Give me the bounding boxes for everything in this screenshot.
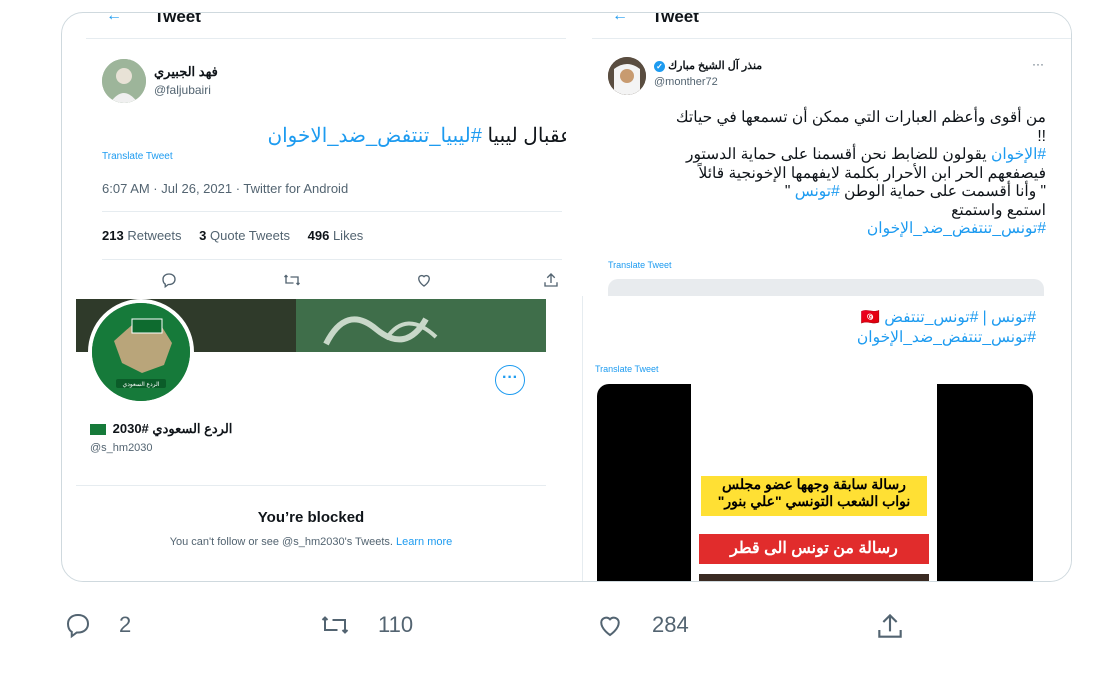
profile-name: الردع السعودي #2030	[90, 421, 232, 437]
reply-button[interactable]: 2	[63, 610, 131, 640]
back-arrow-icon: ←	[106, 12, 122, 24]
retweet-icon	[321, 616, 349, 634]
tweet-stats: 213 Retweets 3 Quote Tweets 496 Likes	[102, 228, 377, 243]
like-button[interactable]: 284	[594, 610, 689, 640]
tweet-text-plain: عقبال ليبيا	[487, 125, 566, 147]
hashtag-line[interactable]: #تونس_تنتفض_ضد_الإخوان	[857, 328, 1036, 348]
hashtag-link[interactable]: #تونس	[795, 183, 840, 200]
blocked-description: You can't follow or see @s_hm2030's Twee…	[169, 536, 453, 548]
learn-more-link[interactable]: Learn more	[396, 536, 452, 548]
hashtag-link[interactable]: #الإخوان	[991, 146, 1046, 163]
tweet-action-bar: 2 110 284	[0, 610, 1101, 646]
quote-tweets-stat[interactable]: 3 Quote Tweets	[199, 228, 290, 243]
divider	[102, 211, 562, 212]
hashtag-link[interactable]: #تونس_تنتفض_ضد_الإخوان	[626, 220, 1046, 239]
verified-badge-icon: ✓	[654, 60, 665, 72]
reply-icon[interactable]	[160, 271, 178, 289]
likes-stat[interactable]: 496 Likes	[308, 228, 364, 243]
author-name: فهد الجبيري	[154, 64, 218, 79]
tweet-line: #الإخوان يقولون للضابط نحن أقسمنا على حم…	[685, 146, 1046, 163]
hashtag-link[interactable]: #ليبيا_تنتفض_ضد_الاخوان	[267, 125, 481, 147]
tweet-line: فيصفعهم الحر ابن الأحرار بكلمة لايفهمها …	[698, 164, 1046, 182]
tweet-media-card[interactable]: ← Tweet فهد الجبيري @faljubairi عقبال لي…	[61, 12, 1072, 582]
like-icon	[600, 616, 620, 637]
tweet-line: " وأنا أقسمت على حماية الوطن #تونس "	[784, 183, 1046, 200]
video-bottom-strip	[699, 574, 929, 581]
saudi-flag-icon	[90, 424, 106, 436]
video-red-caption: رسالة من تونس الى قطر	[699, 534, 929, 564]
author-handle: @faljubairi	[154, 83, 211, 97]
retweet-count: 110	[378, 612, 414, 637]
divider	[102, 259, 562, 260]
avatar	[608, 57, 646, 95]
share-button[interactable]	[874, 610, 906, 642]
profile-handle: @s_hm2030	[90, 442, 153, 454]
tweet-line: !!	[1037, 127, 1046, 145]
divider	[86, 38, 566, 39]
translate-tweet-link[interactable]: Translate Tweet	[102, 151, 173, 162]
tweet-line: استمع واستمتع	[951, 201, 1046, 219]
video-player[interactable]: رسالة سابقة وجهها عضو مجلس نواب الشعب ال…	[597, 384, 1033, 581]
header-title: Tweet	[652, 12, 699, 26]
more-options-button[interactable]: ···	[495, 365, 525, 395]
author-handle: @monther72	[654, 76, 718, 88]
video-frame: رسالة سابقة وجهها عضو مجلس نواب الشعب ال…	[691, 384, 937, 581]
retweet-button[interactable]: 110	[318, 610, 413, 640]
tweet-line: من أقوى وأعظم العبارات التي ممكن أن تسمع…	[675, 109, 1046, 126]
tweet-timestamp: 6:07 AM · Jul 26, 2021 · Twitter for And…	[102, 181, 349, 196]
share-icon	[878, 613, 902, 638]
header-title: Tweet	[154, 12, 201, 26]
share-icon[interactable]	[542, 271, 560, 289]
avatar-caption: الردع السعودي	[123, 381, 160, 388]
like-icon[interactable]	[415, 271, 433, 289]
translate-tweet-link[interactable]: Translate Tweet	[608, 260, 672, 270]
retweet-icon[interactable]	[282, 271, 302, 289]
reply-count: 2	[119, 612, 132, 637]
hashtag-line[interactable]: #تونس | #تونس_تنتفض 🇹🇳	[857, 308, 1036, 328]
tweet-text: عقبال ليبيا #ليبيا_تنتفض_ضد_الاخوان	[267, 123, 566, 148]
video-caption: رسالة سابقة وجهها عضو مجلس نواب الشعب ال…	[701, 476, 927, 516]
retweets-stat[interactable]: 213 Retweets	[102, 228, 182, 243]
screenshot-tweet-video: #تونس | #تونس_تنتفض 🇹🇳 #تونس_تنتفض_ضد_ال…	[582, 296, 1071, 581]
divider	[76, 485, 546, 486]
profile-avatar: الردع السعودي	[88, 299, 194, 405]
like-count: 284	[652, 612, 689, 637]
blocked-title: You’re blocked	[257, 509, 365, 526]
author-name: منذر آل الشيخ مبارك ✓	[654, 59, 762, 72]
translate-tweet-link[interactable]: Translate Tweet	[595, 364, 659, 374]
more-options-icon[interactable]: ···	[1032, 57, 1044, 71]
screenshot-profile-s-hm2030: الردع السعودي ··· الردع السعودي #2030 @s…	[76, 299, 546, 581]
back-arrow-icon: ←	[612, 12, 628, 24]
divider	[592, 38, 1071, 39]
tweet-hashtags: #تونس | #تونس_تنتفض 🇹🇳 #تونس_تنتفض_ضد_ال…	[857, 308, 1036, 348]
screenshot-tweet-monther72: ← Tweet منذر آل الشيخ مبارك ✓ @monther72…	[592, 12, 1071, 301]
avatar	[102, 59, 146, 103]
reply-icon	[66, 613, 90, 639]
screenshot-tweet-faljubairi: ← Tweet فهد الجبيري @faljubairi عقبال لي…	[86, 12, 566, 301]
tweet-text: من أقوى وأعظم العبارات التي ممكن أن تسمع…	[626, 109, 1046, 239]
